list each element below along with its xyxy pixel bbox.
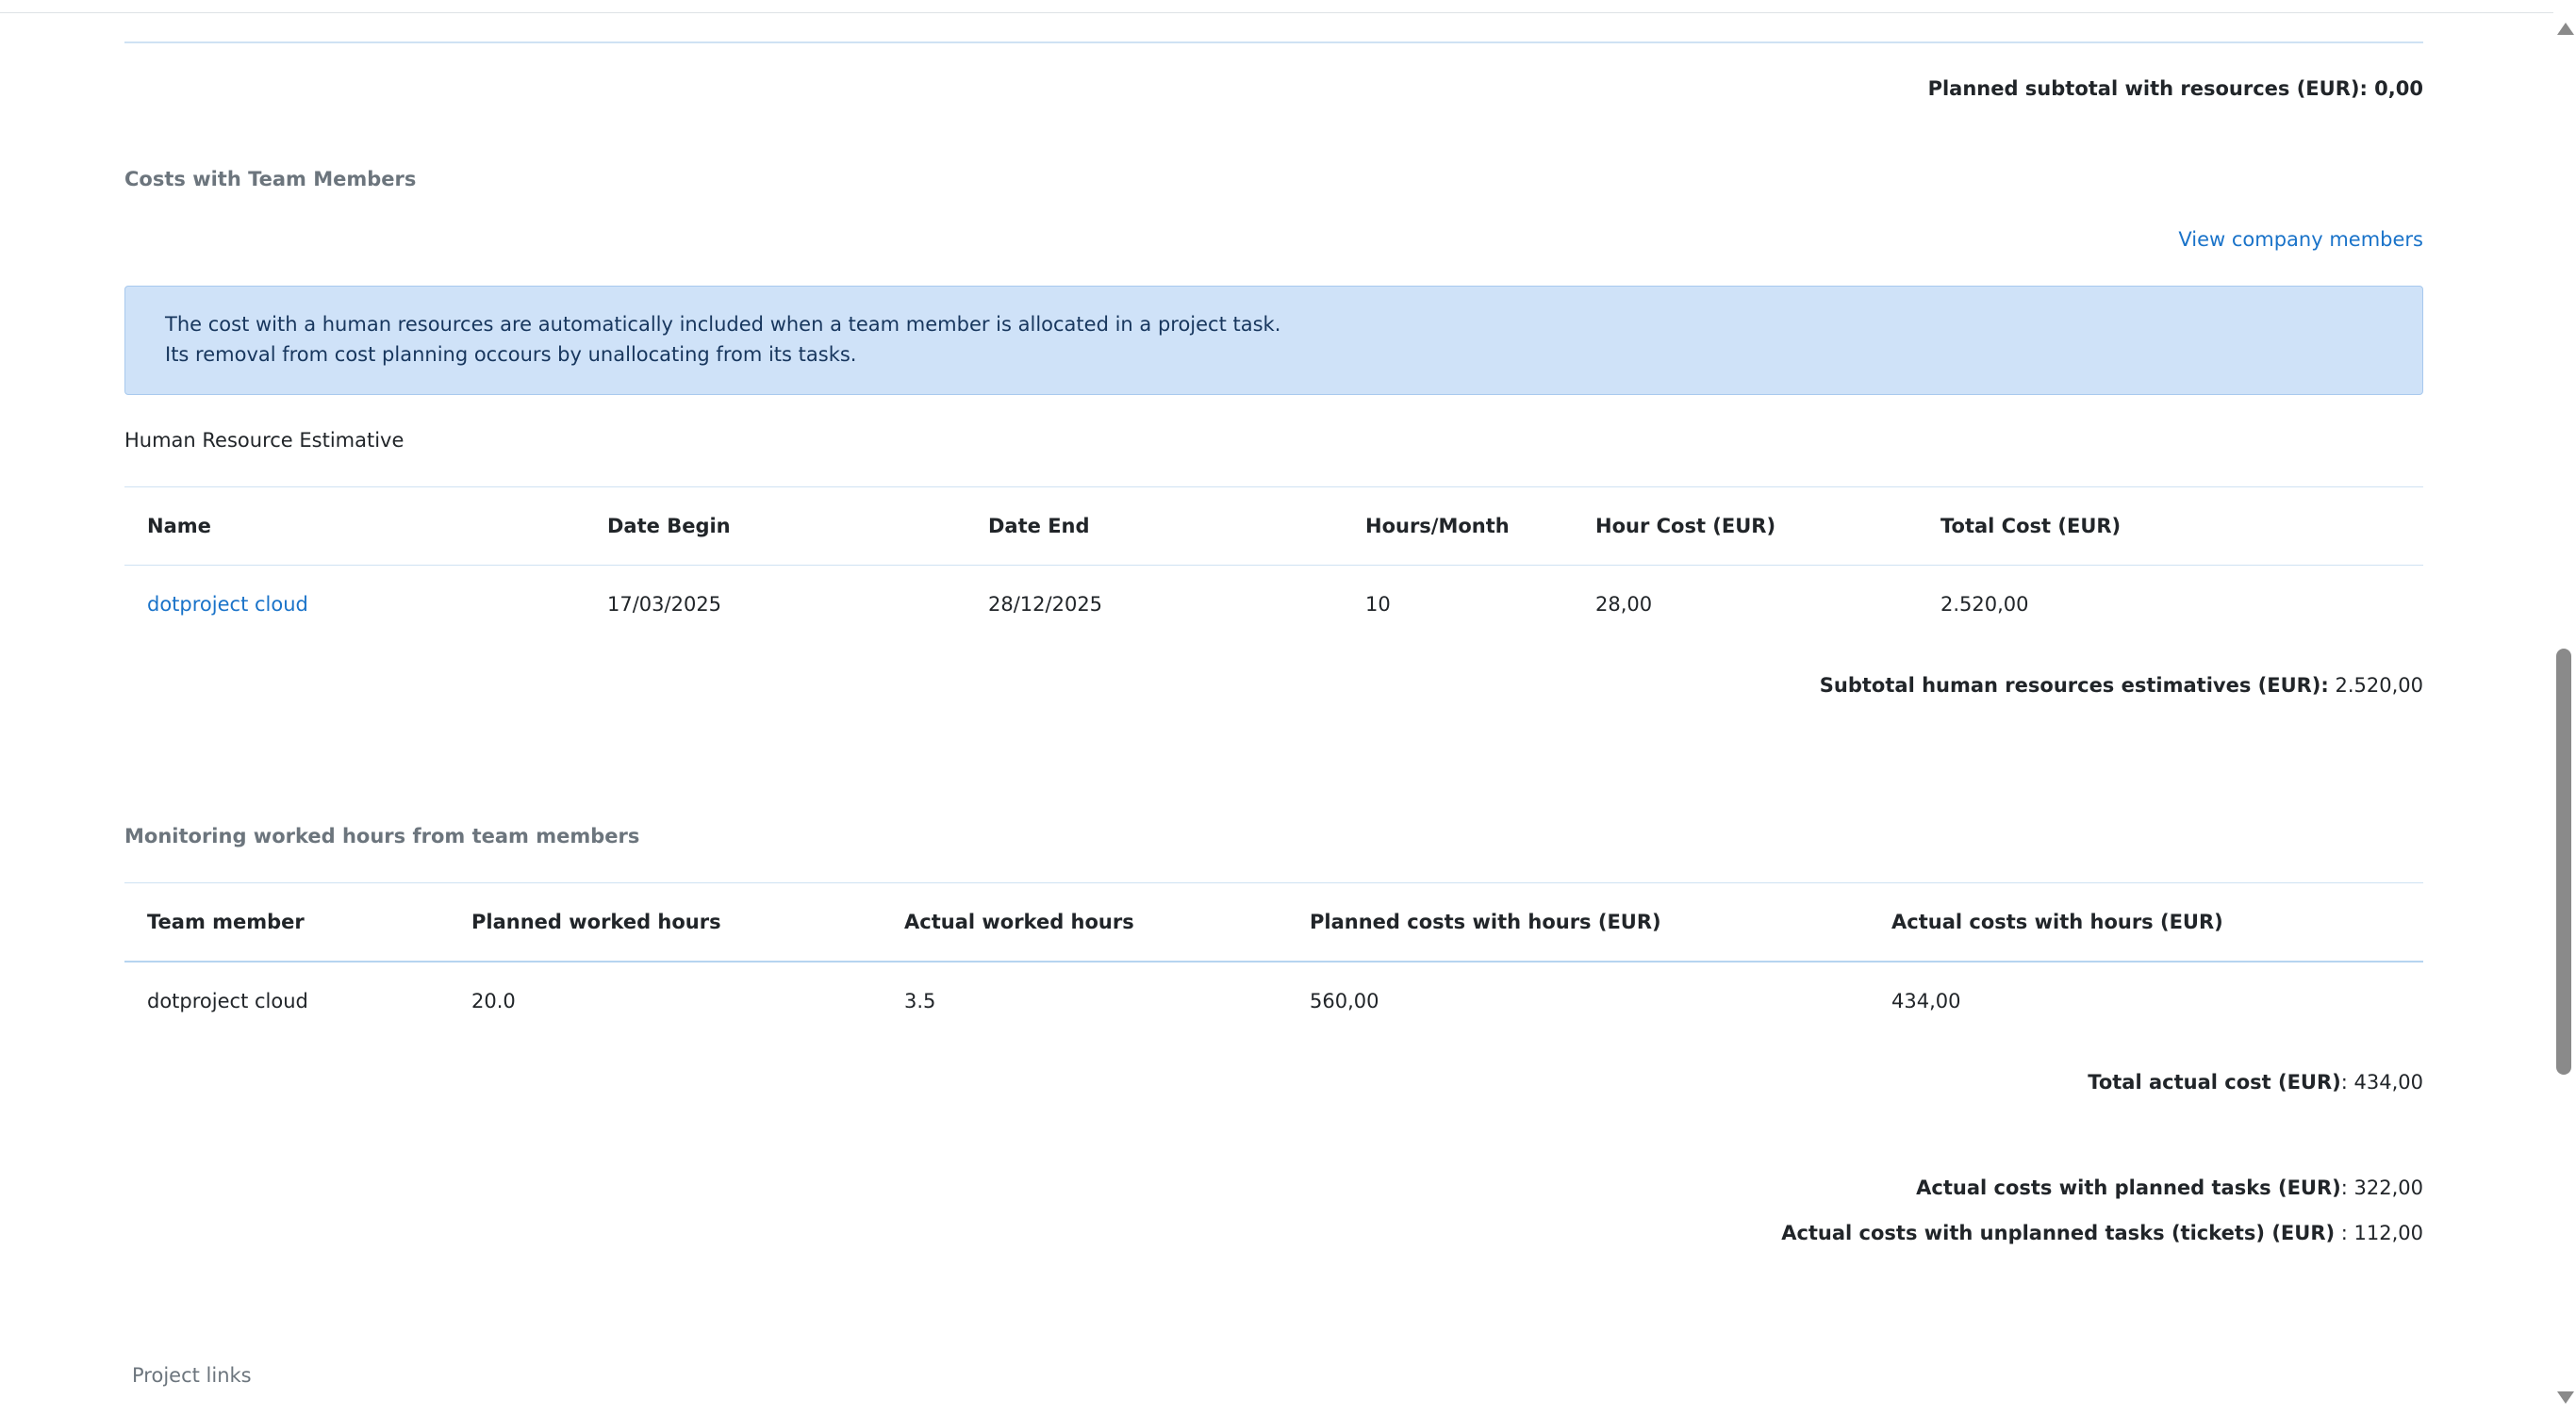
unplanned-tasks-cost: Actual costs with unplanned tasks (ticke…: [1781, 1222, 2423, 1244]
col-actual-hours: Actual worked hours: [904, 911, 1134, 933]
actual-hours-cell: 3.5: [904, 990, 936, 1012]
human-resource-table: Name Date Begin Date End Hours/Month Hou…: [124, 486, 2423, 644]
total-cost-cell: 2.520,00: [1940, 593, 2029, 616]
view-company-members-link[interactable]: View company members: [2178, 228, 2423, 251]
table-header-row: Name Date Begin Date End Hours/Month Hou…: [124, 487, 2423, 566]
actual-costs-cell: 434,00: [1891, 990, 1961, 1012]
section-divider: [124, 41, 2423, 43]
table-row: dotproject cloud 20.0 3.5 560,00 434,00: [124, 962, 2423, 1040]
total-actual-cost: Total actual cost (EUR): 434,00: [2088, 1071, 2423, 1094]
monitoring-heading: Monitoring worked hours from team member…: [124, 825, 640, 847]
unplanned-tasks-cost-value: : 112,00: [2335, 1222, 2423, 1244]
planned-tasks-cost-label: Actual costs with planned tasks (EUR): [1916, 1176, 2341, 1199]
main-content: Planned subtotal with resources (EUR): 0…: [124, 0, 2423, 1415]
date-end-cell: 28/12/2025: [988, 593, 1103, 616]
col-hour-cost: Hour Cost (EUR): [1595, 515, 1776, 537]
col-name: Name: [147, 515, 211, 537]
alert-line-1: The cost with a human resources are auto…: [165, 313, 1281, 336]
hours-month-cell: 10: [1365, 593, 1391, 616]
team-costs-heading: Costs with Team Members: [124, 168, 417, 190]
hr-subtotal: Subtotal human resources estimatives (EU…: [1820, 674, 2423, 697]
project-links-label[interactable]: Project links: [132, 1364, 252, 1387]
estimative-label: Human Resource Estimative: [124, 429, 405, 452]
planned-subtotal-resources: Planned subtotal with resources (EUR): 0…: [1927, 77, 2423, 100]
planned-hours-cell: 20.0: [471, 990, 516, 1012]
total-actual-cost-label: Total actual cost (EUR): [2088, 1071, 2341, 1094]
hour-cost-cell: 28,00: [1595, 593, 1653, 616]
vertical-scrollbar[interactable]: [2553, 0, 2576, 1415]
col-date-begin: Date Begin: [607, 515, 731, 537]
planned-tasks-cost-value: : 322,00: [2340, 1176, 2423, 1199]
info-alert: The cost with a human resources are auto…: [124, 286, 2423, 395]
col-team-member: Team member: [147, 911, 305, 933]
hr-subtotal-value: 2.520,00: [2328, 674, 2423, 697]
unplanned-tasks-cost-label: Actual costs with unplanned tasks (ticke…: [1781, 1222, 2336, 1244]
col-planned-hours: Planned worked hours: [471, 911, 721, 933]
member-name-link[interactable]: dotproject cloud: [124, 566, 585, 644]
col-planned-costs: Planned costs with hours (EUR): [1310, 911, 1661, 933]
scrollbar-thumb[interactable]: [2556, 649, 2571, 1075]
date-begin-cell: 17/03/2025: [607, 593, 722, 616]
col-actual-costs: Actual costs with hours (EUR): [1891, 911, 2223, 933]
table-row: dotproject cloud 17/03/2025 28/12/2025 1…: [124, 566, 2423, 644]
col-total-cost: Total Cost (EUR): [1940, 515, 2122, 537]
hr-subtotal-label: Subtotal human resources estimatives (EU…: [1819, 674, 2329, 697]
team-member-cell: dotproject cloud: [147, 990, 308, 1012]
monitoring-table: Team member Planned worked hours Actual …: [124, 882, 2423, 1040]
scroll-down-arrow-icon[interactable]: [2557, 1391, 2574, 1404]
col-hours-month: Hours/Month: [1365, 515, 1510, 537]
table-header-row: Team member Planned worked hours Actual …: [124, 883, 2423, 962]
planned-costs-cell: 560,00: [1310, 990, 1379, 1012]
page-root: Planned subtotal with resources (EUR): 0…: [0, 0, 2576, 1415]
alert-line-2: Its removal from cost planning occours b…: [165, 343, 857, 366]
col-date-end: Date End: [988, 515, 1090, 537]
scroll-up-arrow-icon[interactable]: [2557, 23, 2574, 35]
planned-tasks-cost: Actual costs with planned tasks (EUR): 3…: [1916, 1176, 2423, 1199]
total-actual-cost-value: : 434,00: [2340, 1071, 2423, 1094]
